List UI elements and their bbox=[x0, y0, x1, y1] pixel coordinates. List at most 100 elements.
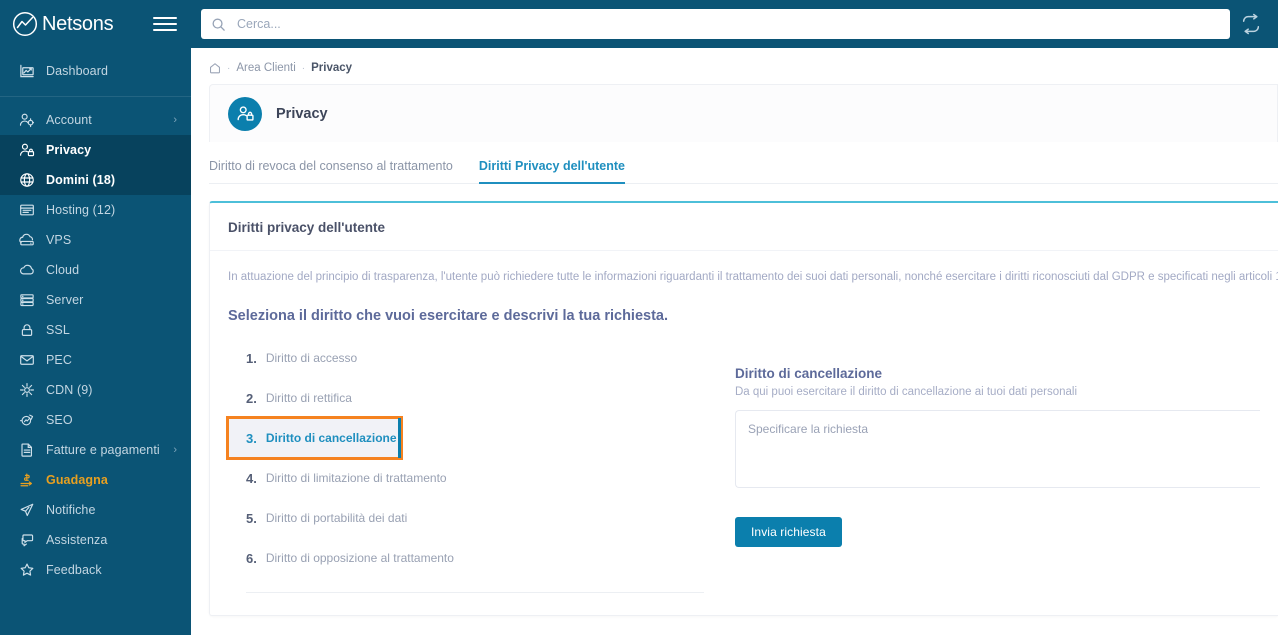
user-gear-icon bbox=[18, 112, 35, 129]
right-item-label: Diritto di portabilità dei dati bbox=[265, 511, 408, 526]
request-textarea[interactable] bbox=[735, 410, 1260, 489]
brand-header: Netsons bbox=[0, 0, 191, 48]
right-item-label: Diritto di rettifica bbox=[265, 391, 352, 406]
star-icon bbox=[18, 562, 35, 579]
search-container[interactable] bbox=[201, 9, 1230, 39]
right-item-5[interactable]: 5. Diritto di portabilità dei dati bbox=[228, 498, 721, 538]
seo-target-icon bbox=[18, 412, 35, 429]
right-item-label: Diritto di accesso bbox=[265, 351, 358, 366]
form-title: Diritto di cancellazione bbox=[735, 366, 883, 382]
brand-name: Netsons bbox=[42, 13, 114, 35]
sidebar-item-notifiche[interactable]: Notifiche bbox=[0, 495, 191, 525]
earn-money-icon bbox=[18, 472, 35, 489]
content-area: · Area Clienti · Privacy Privacy Diritto… bbox=[191, 48, 1278, 635]
sidebar-item-label: VPS bbox=[46, 233, 72, 247]
right-item-label: Diritto di limitazione di trattamento bbox=[265, 471, 447, 486]
cdn-node-icon bbox=[18, 382, 35, 399]
sidebar-item-label: Dashboard bbox=[46, 64, 109, 78]
rights-list: 1. Diritto di accesso 2. Diritto di rett… bbox=[226, 338, 721, 578]
user-lock-icon bbox=[18, 142, 35, 159]
sidebar-item-pec[interactable]: PEC bbox=[0, 345, 191, 375]
sidebar-primary-section: Dashboard bbox=[0, 48, 191, 96]
sidebar-item-account[interactable]: Account › bbox=[0, 105, 191, 135]
envelope-icon bbox=[18, 352, 35, 369]
sidebar-item-domini[interactable]: Domini (18) bbox=[0, 165, 191, 195]
right-item-number: 3. bbox=[246, 430, 257, 446]
right-item-number: 2. bbox=[246, 390, 257, 406]
breadcrumb-separator: · bbox=[301, 62, 306, 74]
sidebar-main-section: Account › Privacy Domini (18) Hosting (1… bbox=[0, 97, 191, 595]
user-lock-icon bbox=[228, 96, 262, 131]
right-item-label: Diritto di cancellazione bbox=[265, 431, 397, 446]
chat-bubbles-icon bbox=[18, 532, 35, 549]
sidebar-item-cloud[interactable]: Cloud bbox=[0, 255, 191, 285]
home-icon[interactable] bbox=[209, 62, 221, 74]
app-root: Netsons Dashboard Account › Privacy Domi… bbox=[0, 0, 1278, 635]
card-title: Diritti privacy dell'utente bbox=[210, 203, 1278, 251]
sidebar-item-label: Server bbox=[46, 293, 84, 307]
globe-icon bbox=[18, 172, 35, 189]
sidebar-item-seo[interactable]: SEO bbox=[0, 405, 191, 435]
top-bar bbox=[191, 0, 1278, 48]
tab-diritti-privacy-utente[interactable]: Diritti Privacy dell'utente bbox=[478, 159, 625, 184]
sidebar-item-hosting[interactable]: Hosting (12) bbox=[0, 195, 191, 225]
two-column-layout: 1. Diritto di accesso 2. Diritto di rett… bbox=[226, 338, 1260, 594]
breadcrumb-item-area-clienti[interactable]: Area Clienti bbox=[236, 62, 295, 74]
right-item-6[interactable]: 6. Diritto di opposizione al trattamento bbox=[228, 538, 721, 578]
chart-line-icon bbox=[18, 63, 35, 80]
sidebar-item-label: Privacy bbox=[46, 143, 92, 157]
sidebar-item-label: Guadagna bbox=[46, 473, 108, 487]
vps-icon bbox=[18, 232, 35, 249]
sidebar-item-server[interactable]: Server bbox=[0, 285, 191, 315]
search-input[interactable] bbox=[235, 16, 1220, 32]
sidebar-item-vps[interactable]: VPS bbox=[0, 225, 191, 255]
server-window-icon bbox=[18, 202, 35, 219]
chevron-right-icon: › bbox=[173, 443, 177, 456]
document-icon bbox=[18, 442, 35, 459]
page-header: Privacy bbox=[209, 84, 1278, 142]
sidebar-item-guadagna[interactable]: Guadagna bbox=[0, 465, 191, 495]
sidebar-item-label: Account bbox=[46, 113, 92, 127]
paper-plane-icon bbox=[18, 502, 35, 519]
sidebar-item-privacy[interactable]: Privacy bbox=[0, 135, 191, 165]
refresh-sync-icon[interactable] bbox=[1240, 13, 1262, 35]
sidebar-item-label: Feedback bbox=[46, 563, 102, 577]
submit-request-button[interactable]: Invia richiesta bbox=[735, 517, 842, 548]
sidebar-item-label: Hosting (12) bbox=[46, 203, 116, 217]
breadcrumb-separator: · bbox=[227, 62, 231, 74]
breadcrumb: · Area Clienti · Privacy bbox=[191, 48, 1278, 84]
sidebar-item-label: Cloud bbox=[46, 263, 80, 277]
card-body: In attuazione del principio di trasparen… bbox=[210, 251, 1278, 613]
sidebar-item-feedback[interactable]: Feedback bbox=[0, 555, 191, 585]
sidebar-item-label: Assistenza bbox=[46, 533, 108, 547]
right-item-number: 1. bbox=[246, 350, 257, 366]
sidebar-item-fatture-e-pagamenti[interactable]: Fatture e pagamenti › bbox=[0, 435, 191, 465]
page-title: Privacy bbox=[276, 105, 328, 122]
sidebar-item-cdn[interactable]: CDN (9) bbox=[0, 375, 191, 405]
sidebar-item-assistenza[interactable]: Assistenza bbox=[0, 525, 191, 555]
right-item-2[interactable]: 2. Diritto di rettifica bbox=[228, 378, 721, 418]
sidebar-item-label: PEC bbox=[46, 353, 73, 367]
hamburger-menu-icon[interactable] bbox=[153, 14, 177, 34]
sidebar-item-ssl[interactable]: SSL bbox=[0, 315, 191, 345]
rights-list-divider bbox=[246, 592, 704, 594]
lock-icon bbox=[18, 322, 35, 339]
sidebar-item-label: SSL bbox=[46, 323, 70, 337]
request-form-column: Diritto di cancellazione Da qui puoi ese… bbox=[721, 338, 1260, 593]
netsons-logo-icon bbox=[12, 11, 38, 37]
sidebar-item-label: SEO bbox=[46, 413, 73, 427]
sidebar-item-label: Fatture e pagamenti bbox=[46, 443, 160, 457]
right-item-3[interactable]: 3. Diritto di cancellazione bbox=[226, 416, 403, 461]
right-item-1[interactable]: 1. Diritto di accesso bbox=[228, 338, 721, 378]
sidebar-item-dashboard[interactable]: Dashboard bbox=[0, 56, 191, 86]
sidebar-item-label: CDN (9) bbox=[46, 383, 93, 397]
right-item-4[interactable]: 4. Diritto di limitazione di trattamento bbox=[228, 458, 721, 498]
right-item-number: 4. bbox=[246, 470, 257, 486]
sidebar-item-label: Notifiche bbox=[46, 503, 96, 517]
form-subtitle: Da qui puoi esercitare il diritto di can… bbox=[735, 386, 1077, 399]
right-item-number: 5. bbox=[246, 510, 257, 526]
tab-diritto-di-revoca[interactable]: Diritto di revoca del consenso al tratta… bbox=[209, 159, 453, 184]
chevron-right-icon: › bbox=[173, 113, 177, 126]
tab-bar: Diritto di revoca del consenso al tratta… bbox=[209, 142, 1278, 184]
brand-logo[interactable]: Netsons bbox=[12, 11, 114, 37]
